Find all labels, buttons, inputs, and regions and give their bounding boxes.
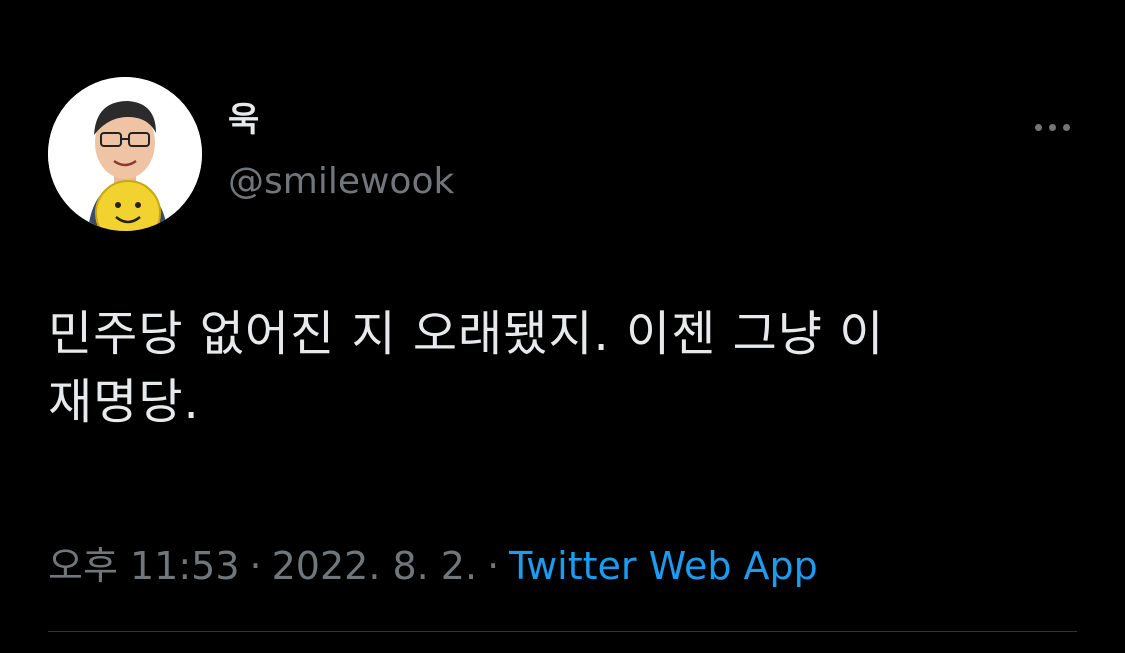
- source-link[interactable]: Twitter Web App: [509, 544, 818, 588]
- more-horizontal-icon[interactable]: [1025, 110, 1079, 144]
- divider: [48, 631, 1077, 632]
- more-dot: [1062, 123, 1070, 131]
- avatar[interactable]: [48, 77, 202, 231]
- avatar-illustration: [48, 77, 202, 231]
- tweet-text: 민주당 없어진 지 오래됐지. 이젠 그냥 이 재명당.: [48, 306, 885, 430]
- user-handle[interactable]: @smilewook: [228, 160, 454, 204]
- tweet-meta: 오후 11:53 · 2022. 8. 2. · Twitter Web App: [48, 542, 818, 590]
- more-dot: [1034, 123, 1042, 131]
- tweet-time[interactable]: 오후 11:53: [48, 544, 240, 588]
- tweet-card: 욱 @smilewook 민주당 없어진 지 오래됐지. 이젠 그냥 이 재명당…: [0, 0, 1125, 653]
- tweet-date[interactable]: 2022. 8. 2.: [272, 544, 477, 588]
- more-dot: [1048, 123, 1056, 131]
- separator-dot: ·: [249, 544, 262, 588]
- display-name[interactable]: 욱: [228, 100, 259, 140]
- separator-dot: ·: [487, 544, 500, 588]
